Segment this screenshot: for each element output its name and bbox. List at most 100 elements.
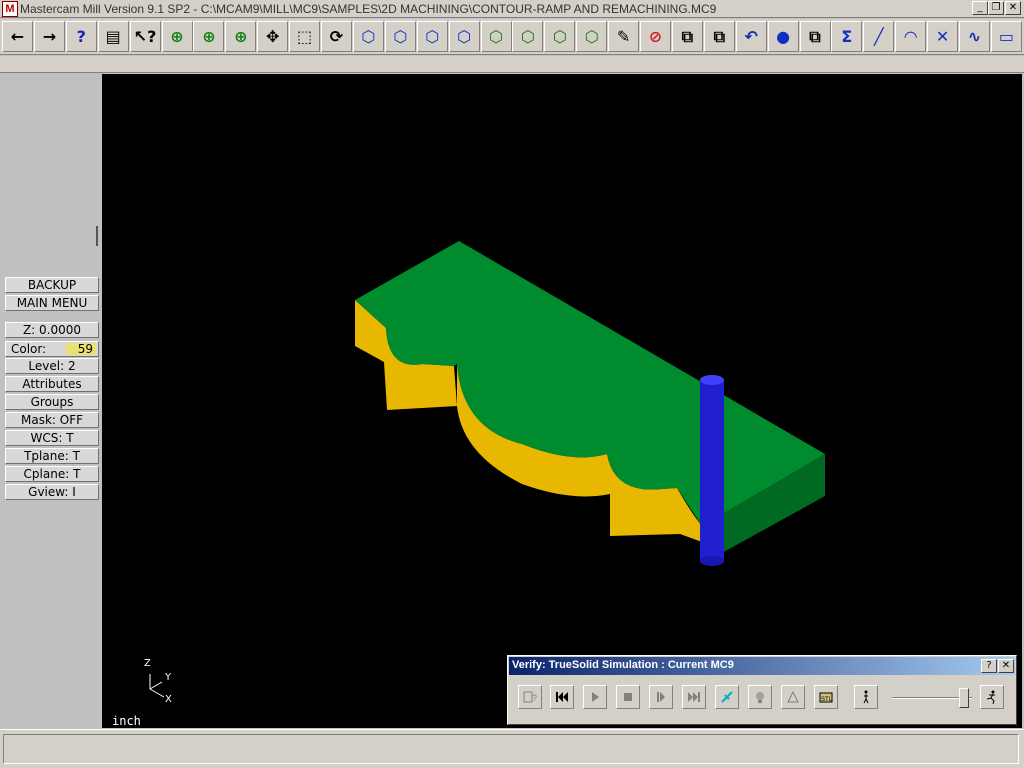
file-manager-button[interactable]: ▤ xyxy=(97,21,129,52)
file-manager-icon: ▤ xyxy=(105,27,121,46)
minimize-button[interactable]: _ xyxy=(972,1,988,15)
top-view-icon: ⬡ xyxy=(393,27,408,46)
transform-copy-button[interactable]: ⧉ xyxy=(703,21,735,52)
verify-close-button[interactable]: ✕ xyxy=(998,659,1014,673)
restore-button[interactable]: ❐ xyxy=(988,1,1004,15)
cplane-button[interactable]: Cplane: T xyxy=(5,466,99,482)
cplane-label: Cplane: xyxy=(23,467,70,481)
play-button[interactable] xyxy=(583,685,607,709)
stop-button[interactable] xyxy=(616,685,640,709)
top-view-button[interactable]: ⬡ xyxy=(384,21,416,52)
gview-label: Gview: xyxy=(28,485,69,499)
undo-button[interactable]: ↶ xyxy=(735,21,767,52)
toolpath-icon xyxy=(721,691,733,703)
axis-z-label: Z xyxy=(144,658,151,669)
color-label: Color: xyxy=(11,342,47,356)
undo-icon: ↶ xyxy=(744,27,758,46)
shading-sphere-button[interactable]: ● xyxy=(767,21,799,52)
collision-check-button[interactable] xyxy=(781,685,805,709)
gview-button[interactable]: Gview: I xyxy=(5,484,99,500)
forward-arrow-button[interactable]: → xyxy=(33,21,65,52)
select-window-button[interactable]: ⬚ xyxy=(289,21,321,52)
trim-button[interactable]: ✕ xyxy=(927,21,959,52)
pan-button[interactable]: ✥ xyxy=(257,21,289,52)
stop-icon xyxy=(624,693,632,701)
z-label: Z: xyxy=(22,323,36,337)
cplane-top-button[interactable]: ⬡ xyxy=(512,21,544,52)
svg-text:?: ? xyxy=(532,693,537,703)
verify-title-bar[interactable]: Verify: TrueSolid Simulation : Current M… xyxy=(509,657,1015,675)
mask-button[interactable]: Mask: OFF xyxy=(5,412,99,428)
cplane-front-button[interactable]: ⬡ xyxy=(544,21,576,52)
create-line-button[interactable]: ╱ xyxy=(863,21,895,52)
wcs-button[interactable]: WCS: T xyxy=(5,430,99,446)
toolpath-display-button[interactable] xyxy=(715,685,739,709)
step-button[interactable] xyxy=(649,685,673,709)
dynamic-rotate-button[interactable]: ⟳ xyxy=(321,21,352,52)
isometric-view-icon: ⬡ xyxy=(361,27,376,46)
zoom-fit-button[interactable]: ⊕ xyxy=(193,21,225,52)
collision-icon xyxy=(787,690,799,703)
fast-forward-button[interactable] xyxy=(682,685,706,709)
forward-arrow-icon: → xyxy=(42,27,57,46)
backup-button[interactable]: BACKUP xyxy=(5,277,99,293)
title-bar: M Mastercam Mill Version 9.1 SP2 - C:\MC… xyxy=(0,0,1024,18)
main-menu-button[interactable]: MAIN MENU xyxy=(5,295,99,311)
prompt-area xyxy=(3,734,1019,764)
verify-title: Verify: TrueSolid Simulation : Current M… xyxy=(512,659,734,671)
tplane-label: Tplane: xyxy=(24,449,69,463)
save-stl-button[interactable]: STL xyxy=(814,685,838,709)
context-help-button[interactable]: ↖? xyxy=(129,21,161,52)
back-arrow-button[interactable]: ← xyxy=(2,21,33,52)
panel-splitter[interactable] xyxy=(96,226,98,246)
shading-sphere-icon: ● xyxy=(776,27,791,46)
app-icon: M xyxy=(2,1,18,17)
status-bar xyxy=(0,729,1024,768)
axis-indicator xyxy=(149,674,165,698)
create-rectangle-icon: ▭ xyxy=(998,27,1014,46)
rewind-button[interactable] xyxy=(550,685,574,709)
z-depth-button[interactable]: Z: 0.0000 xyxy=(5,322,99,338)
create-rectangle-button[interactable]: ▭ xyxy=(990,21,1022,52)
color-button[interactable]: Color: 59 xyxy=(5,341,99,357)
delete-button[interactable]: ⊘ xyxy=(640,21,671,52)
graphics-viewport[interactable]: Z Y X inch xyxy=(102,74,1022,728)
cplane-side-button[interactable]: ⬡ xyxy=(576,21,608,52)
speed-slider-thumb[interactable] xyxy=(959,688,969,708)
dynamic-rotate-icon: ⟳ xyxy=(329,27,344,46)
save-stl-icon: STL xyxy=(819,692,833,703)
transform-scale-button[interactable]: ⧉ xyxy=(799,21,831,52)
close-button[interactable]: ✕ xyxy=(1005,1,1021,15)
cplane-iso-button[interactable]: ⬡ xyxy=(480,21,512,52)
zoom-out-button[interactable]: ⊕ xyxy=(225,21,257,52)
speed-slow-button[interactable] xyxy=(854,685,878,709)
front-view-button[interactable]: ⬡ xyxy=(416,21,448,52)
verify-mode-button[interactable] xyxy=(748,685,772,709)
speed-fast-button[interactable] xyxy=(980,685,1004,709)
transform-scale-icon: ⧉ xyxy=(809,26,821,46)
transform-translate-button[interactable]: ⧉ xyxy=(671,21,703,52)
eraser-button[interactable]: ✎ xyxy=(608,21,640,52)
isometric-view-button[interactable]: ⬡ xyxy=(352,21,384,52)
context-help-icon: ↖? xyxy=(133,27,157,46)
groups-button[interactable]: Groups xyxy=(5,394,99,410)
verify-options-button[interactable]: ? xyxy=(518,685,542,709)
create-arc-button[interactable]: ◠ xyxy=(895,21,927,52)
side-view-button[interactable]: ⬡ xyxy=(448,21,480,52)
mask-value: OFF xyxy=(59,413,84,427)
walk-icon xyxy=(863,690,869,704)
cutting-tool-top xyxy=(700,375,724,385)
level-button[interactable]: Level: 2 xyxy=(5,358,99,374)
tplane-button[interactable]: Tplane: T xyxy=(5,448,99,464)
axis-y-label: Y xyxy=(165,672,172,683)
attributes-button[interactable]: Attributes xyxy=(5,376,99,392)
verify-help-button[interactable]: ? xyxy=(981,659,997,673)
tplane-value: T xyxy=(72,449,80,463)
run-icon xyxy=(986,690,995,705)
help-button[interactable]: ? xyxy=(65,21,97,52)
create-spline-button[interactable]: ∿ xyxy=(959,21,990,52)
part-model xyxy=(149,241,825,698)
analyze-sum-button[interactable]: Σ xyxy=(831,21,863,52)
zoom-window-button[interactable]: ⊕ xyxy=(161,21,193,52)
groups-label: Groups xyxy=(30,395,74,409)
